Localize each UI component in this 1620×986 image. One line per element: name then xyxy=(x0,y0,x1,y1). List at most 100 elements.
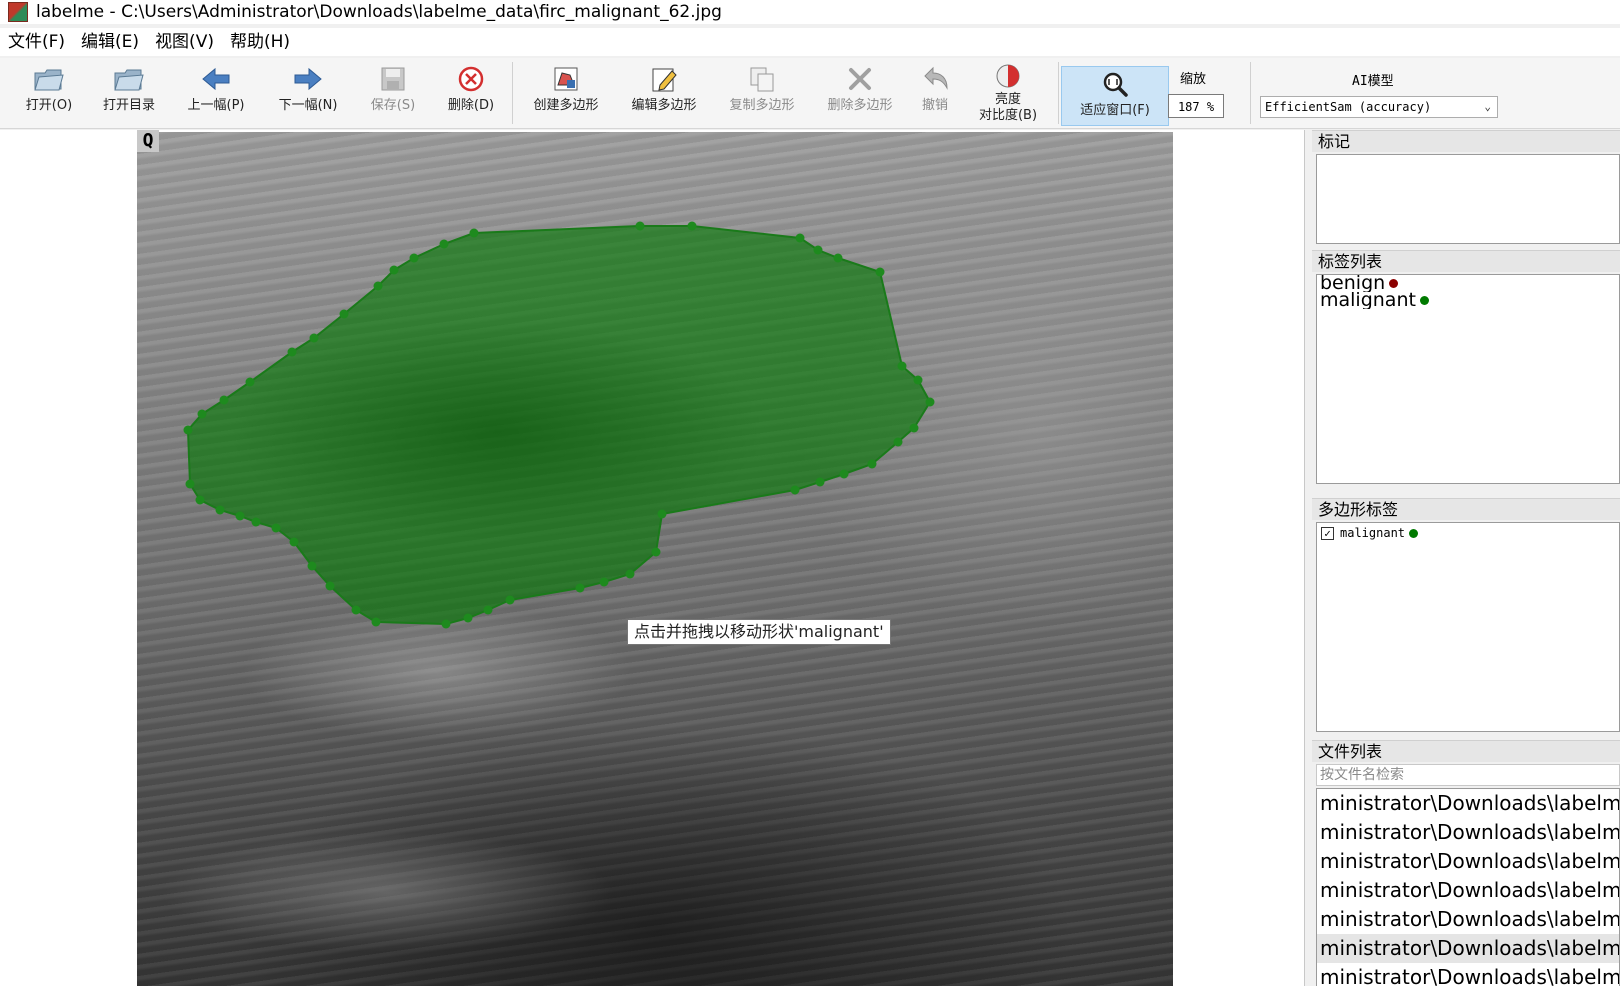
open-directory-icon xyxy=(111,62,147,96)
menu-help[interactable]: 帮助(H) xyxy=(222,28,298,56)
delete-file-button[interactable]: 删除(D) xyxy=(440,62,502,124)
malignant-polygon[interactable] xyxy=(186,225,932,626)
polygon-vertex[interactable] xyxy=(469,228,479,238)
edit-polygon-button[interactable]: 编辑多边形 xyxy=(624,62,704,124)
zoom-spinbox[interactable]: 187 % xyxy=(1168,94,1224,118)
open-button[interactable]: 打开(O) xyxy=(18,62,80,124)
polygon-vertex[interactable] xyxy=(833,253,843,263)
brightness-contrast-icon xyxy=(990,62,1026,90)
file-list-item[interactable]: ministrator\Downloads\labelme xyxy=(1317,905,1619,934)
file-list-item[interactable]: ministrator\Downloads\labelme xyxy=(1317,963,1619,986)
delete-polygon-button[interactable]: 删除多边形 xyxy=(820,62,900,124)
polygon-vertex[interactable] xyxy=(813,245,823,255)
right-dock-panel: 标记 标签列表 benign malignant 多边形标签 ✓ maligna… xyxy=(1312,130,1620,986)
polygon-vertex[interactable] xyxy=(289,537,299,547)
create-polygon-button[interactable]: 创建多边形 xyxy=(526,62,606,124)
label-item-benign[interactable]: benign xyxy=(1317,275,1619,292)
polygon-vertex[interactable] xyxy=(815,477,825,487)
labels-panel-title: 标签列表 xyxy=(1312,250,1620,272)
polygon-vertex[interactable] xyxy=(575,583,585,593)
polygon-vertex[interactable] xyxy=(441,619,451,629)
polygon-vertex[interactable] xyxy=(635,221,645,231)
polygon-vertex[interactable] xyxy=(439,239,449,249)
polygon-vertex[interactable] xyxy=(657,509,667,519)
save-disk-icon xyxy=(375,62,411,96)
menu-file[interactable]: 文件(F) xyxy=(0,28,73,56)
polygon-vertex[interactable] xyxy=(309,333,319,343)
polygon-vertex[interactable] xyxy=(371,617,381,627)
polygon-vertex[interactable] xyxy=(235,511,245,521)
ai-model-label: AI模型 xyxy=(1352,74,1394,89)
polygon-vertex[interactable] xyxy=(483,605,493,615)
polygon-vertex[interactable] xyxy=(839,469,849,479)
next-image-button[interactable]: 下一幅(N) xyxy=(272,62,344,124)
polygon-vertex[interactable] xyxy=(339,309,349,319)
file-list-item[interactable]: ministrator\Downloads\labelme xyxy=(1317,876,1619,905)
brightness-contrast-button[interactable]: 亮度 对比度(B) xyxy=(968,62,1048,124)
save-button[interactable]: 保存(S) xyxy=(362,62,424,124)
file-list-item[interactable]: ministrator\Downloads\labelme xyxy=(1317,789,1619,818)
ai-model-dropdown[interactable]: EfficientSam (accuracy) ⌄ xyxy=(1260,96,1498,118)
open-dir-button[interactable]: 打开目录 xyxy=(96,62,162,124)
undo-button[interactable]: 撤销 xyxy=(912,62,958,124)
label-color-dot xyxy=(1419,296,1429,305)
image-canvas[interactable]: Q 点击并拖拽以移动形状'malignant' xyxy=(0,130,1305,986)
polygon-vertex[interactable] xyxy=(913,375,923,385)
polygon-vertex[interactable] xyxy=(307,561,317,571)
files-panel-title: 文件列表 xyxy=(1312,740,1620,762)
polygon-item-malignant[interactable]: ✓ malignant xyxy=(1317,523,1619,543)
polygon-vertex[interactable] xyxy=(245,377,255,387)
polygon-vertex[interactable] xyxy=(183,425,193,435)
polygon-color-dot xyxy=(1409,528,1419,538)
polygon-vertex[interactable] xyxy=(185,479,195,489)
polygon-vertex[interactable] xyxy=(867,459,877,469)
file-list-item-selected[interactable]: ministrator\Downloads\labelme xyxy=(1317,934,1619,963)
label-list[interactable]: benign malignant xyxy=(1316,274,1620,484)
arrow-right-icon xyxy=(290,62,326,96)
polygon-vertex[interactable] xyxy=(893,437,903,447)
polygon-vertex[interactable] xyxy=(409,253,419,263)
file-search-input[interactable]: 按文件名检索 xyxy=(1316,764,1620,786)
polygon-vertex[interactable] xyxy=(625,569,635,579)
fit-window-button[interactable]: 适应窗口(F) xyxy=(1061,66,1169,126)
file-list[interactable]: ministrator\Downloads\labelme ministrato… xyxy=(1316,788,1620,986)
label-item-malignant[interactable]: malignant xyxy=(1317,292,1619,309)
menu-edit[interactable]: 编辑(E) xyxy=(73,28,147,56)
polygon-vertex[interactable] xyxy=(351,605,361,615)
file-list-item[interactable]: ministrator\Downloads\labelme xyxy=(1317,818,1619,847)
polygon-label-list[interactable]: ✓ malignant xyxy=(1316,522,1620,732)
ai-model-selected: EfficientSam (accuracy) xyxy=(1265,100,1432,114)
polygon-vertex[interactable] xyxy=(215,505,225,515)
copy-icon xyxy=(744,62,780,96)
polygon-vertex[interactable] xyxy=(790,485,800,495)
polygon-vertex[interactable] xyxy=(251,517,261,527)
polygon-vertex[interactable] xyxy=(687,221,697,231)
polygon-vertex[interactable] xyxy=(875,267,885,277)
polygon-vertex[interactable] xyxy=(651,547,661,557)
toolbar-separator xyxy=(512,62,513,124)
polygon-vertex[interactable] xyxy=(389,265,399,275)
polygon-vertex[interactable] xyxy=(925,397,935,407)
polygon-vertex[interactable] xyxy=(373,281,383,291)
file-list-item[interactable]: ministrator\Downloads\labelme xyxy=(1317,847,1619,876)
polygon-vertex[interactable] xyxy=(463,613,473,623)
polygon-vertex[interactable] xyxy=(271,523,281,533)
polygon-vertex[interactable] xyxy=(197,409,207,419)
polygon-vertex[interactable] xyxy=(505,595,515,605)
undo-arrow-icon xyxy=(917,62,953,96)
polygon-vertex[interactable] xyxy=(219,395,229,405)
polygon-vertex[interactable] xyxy=(909,423,919,433)
polygon-vertex[interactable] xyxy=(287,347,297,357)
flags-list[interactable] xyxy=(1316,154,1620,244)
polygon-vertex[interactable] xyxy=(325,581,335,591)
polygon-vertex[interactable] xyxy=(599,577,609,587)
prev-image-button[interactable]: 上一幅(P) xyxy=(180,62,252,124)
polygon-vertex[interactable] xyxy=(795,233,805,243)
shape-move-tooltip: 点击并拖拽以移动形状'malignant' xyxy=(627,619,891,645)
polygon-vertex[interactable] xyxy=(195,495,205,505)
edit-pencil-icon xyxy=(646,62,682,96)
menu-view[interactable]: 视图(V) xyxy=(147,28,222,56)
polygon-vertex[interactable] xyxy=(897,361,907,371)
polygon-visibility-checkbox[interactable]: ✓ xyxy=(1321,526,1334,540)
copy-polygon-button[interactable]: 复制多边形 xyxy=(722,62,802,124)
